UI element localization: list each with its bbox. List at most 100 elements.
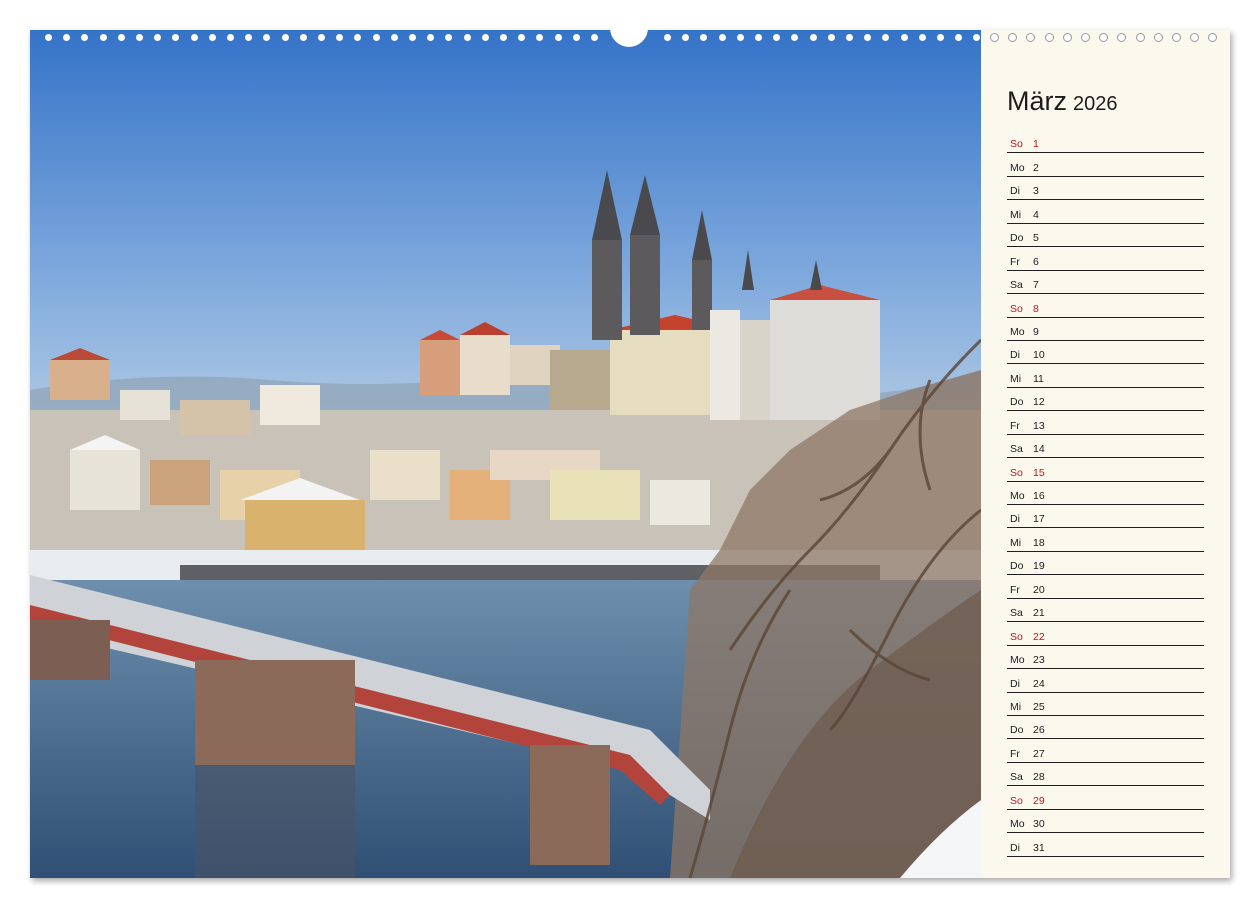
day-row: Do 19	[1007, 552, 1204, 576]
weekday-label: Sa	[1010, 607, 1023, 620]
day-number: 10	[1033, 349, 1045, 362]
weekday-label: Di	[1010, 513, 1020, 526]
day-row: Mi 18	[1007, 528, 1204, 552]
day-row: Sa 21	[1007, 599, 1204, 623]
day-number: 2	[1033, 161, 1039, 174]
day-number: 21	[1033, 607, 1045, 620]
day-number: 19	[1033, 560, 1045, 573]
day-row: Fr 6	[1007, 247, 1204, 271]
day-row: So 1	[1007, 130, 1204, 154]
day-row: Sa 14	[1007, 435, 1204, 459]
weekday-label: Di	[1010, 677, 1020, 690]
weekday-label: Di	[1010, 841, 1020, 854]
day-row: Fr 20	[1007, 575, 1204, 599]
day-number: 3	[1033, 185, 1039, 198]
month-title: März 2026	[1007, 86, 1118, 117]
day-row: So 15	[1007, 458, 1204, 482]
day-number: 11	[1033, 372, 1044, 385]
day-number: 23	[1033, 654, 1045, 667]
day-number: 5	[1033, 232, 1039, 245]
day-row: Di 31	[1007, 833, 1204, 857]
weekday-label: Fr	[1010, 747, 1020, 760]
day-number: 26	[1033, 724, 1045, 737]
day-row: Di 10	[1007, 341, 1204, 365]
month-year: 2026	[1073, 93, 1118, 115]
day-row: So 29	[1007, 786, 1204, 810]
weekday-label: Di	[1010, 185, 1020, 198]
day-number: 12	[1033, 396, 1045, 409]
weekday-label: Do	[1010, 232, 1024, 245]
day-row: So 8	[1007, 294, 1204, 318]
day-row: Sa 7	[1007, 271, 1204, 295]
photo-illustration	[30, 30, 981, 878]
weekday-label: Do	[1010, 396, 1024, 409]
day-list: So 1 Mo 2 Di 3 Mi 4 Do 5 Fr 6 Sa 7 So 8 Mo 9 Di 10 Mi 11 Do 12 F…	[1007, 130, 1204, 857]
day-number: 6	[1033, 255, 1039, 268]
weekday-label: Mo	[1010, 325, 1025, 338]
day-row: Mi 4	[1007, 200, 1204, 224]
day-number: 27	[1033, 747, 1045, 760]
day-number: 15	[1033, 466, 1045, 479]
weekday-label: Do	[1010, 724, 1024, 737]
weekday-label: Mo	[1010, 161, 1025, 174]
day-number: 14	[1033, 443, 1045, 456]
day-row: Fr 27	[1007, 739, 1204, 763]
landscape-photo	[30, 30, 981, 878]
day-row: Mo 30	[1007, 810, 1204, 834]
day-row: Do 26	[1007, 716, 1204, 740]
day-number: 30	[1033, 818, 1045, 831]
day-row: Mo 2	[1007, 153, 1204, 177]
day-number: 4	[1033, 208, 1039, 221]
day-number: 8	[1033, 302, 1039, 315]
day-number: 28	[1033, 771, 1045, 784]
weekday-label: Mi	[1010, 536, 1022, 549]
day-number: 18	[1033, 536, 1045, 549]
calendar-sidebar: März 2026 So 1 Mo 2 Di 3 Mi 4 Do 5 Fr 6 Sa 7 So 8 Mo 9 Di 10…	[981, 30, 1230, 878]
weekday-label: So	[1010, 138, 1023, 151]
month-name: März	[1007, 86, 1067, 116]
weekday-label: Do	[1010, 560, 1024, 573]
day-number: 29	[1033, 794, 1045, 807]
day-row: Di 3	[1007, 177, 1204, 201]
day-number: 20	[1033, 583, 1045, 596]
day-number: 17	[1033, 513, 1045, 526]
weekday-label: Fr	[1010, 419, 1020, 432]
day-number: 31	[1033, 841, 1045, 854]
weekday-label: Mo	[1010, 490, 1025, 502]
day-row: Mo 16	[1007, 482, 1204, 505]
weekday-label: So	[1010, 466, 1023, 479]
weekday-label: Mi	[1010, 208, 1022, 221]
day-row: So 22	[1007, 622, 1204, 646]
day-number: 22	[1033, 630, 1045, 643]
weekday-label: Mo	[1010, 654, 1025, 667]
weekday-label: Fr	[1010, 255, 1020, 268]
day-row: Mo 23	[1007, 646, 1204, 670]
day-row: Mo 9	[1007, 318, 1204, 341]
day-row: Do 5	[1007, 224, 1204, 248]
day-row: Mi 25	[1007, 693, 1204, 716]
day-number: 13	[1033, 419, 1045, 432]
weekday-label: Mi	[1010, 700, 1022, 713]
day-row: Mi 11	[1007, 364, 1204, 388]
weekday-label: So	[1010, 794, 1023, 807]
day-row: Di 24	[1007, 669, 1204, 693]
day-number: 1	[1033, 138, 1039, 151]
weekday-label: So	[1010, 630, 1023, 643]
weekday-label: Fr	[1010, 583, 1020, 596]
day-number: 9	[1033, 325, 1039, 338]
calendar-page: März 2026 So 1 Mo 2 Di 3 Mi 4 Do 5 Fr 6 Sa 7 So 8 Mo 9 Di 10…	[30, 30, 1230, 878]
weekday-label: So	[1010, 302, 1023, 315]
weekday-label: Di	[1010, 349, 1020, 362]
day-row: Sa 28	[1007, 763, 1204, 787]
day-number: 16	[1033, 490, 1045, 502]
weekday-label: Mi	[1010, 372, 1022, 385]
weekday-label: Sa	[1010, 771, 1023, 784]
weekday-label: Sa	[1010, 279, 1023, 292]
day-number: 7	[1033, 279, 1039, 292]
weekday-label: Mo	[1010, 818, 1025, 831]
weekday-label: Sa	[1010, 443, 1023, 456]
day-number: 24	[1033, 677, 1045, 690]
day-number: 25	[1033, 700, 1045, 713]
day-row: Di 17	[1007, 505, 1204, 529]
day-row: Fr 13	[1007, 411, 1204, 435]
